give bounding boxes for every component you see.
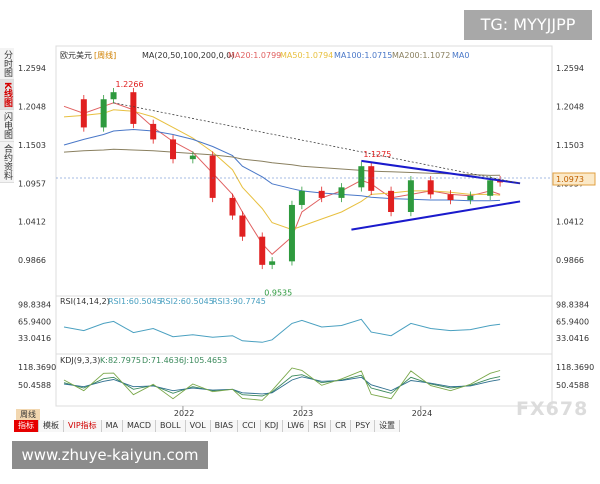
candle-body (269, 261, 276, 265)
toolbar-boll[interactable]: BOLL (156, 420, 186, 432)
chart-frame: 欧元美元 [周线] MA(20,50,100,200,0,0) MA20:1.0… (0, 0, 600, 480)
price-tick-left: 1.0957 (18, 179, 46, 188)
toolbar-psy[interactable]: PSY (351, 420, 376, 432)
current-price-value: 1.0973 (556, 175, 584, 184)
kdj-tick-right: 50.4588 (556, 381, 589, 390)
price-tick-left: 1.0412 (18, 218, 46, 227)
price-annotation: 1.2266 (116, 80, 144, 89)
toolbar-macd[interactable]: MACD (123, 420, 157, 432)
rsi1-label: RSI1:60.5045 (108, 297, 162, 306)
candle-body (110, 92, 117, 100)
ma20-label: MA20:1.0799 (228, 51, 281, 60)
toolbar-cci[interactable]: CCI (238, 420, 261, 432)
ma100-label: MA100:1.0715 (334, 51, 392, 60)
candle-body (338, 187, 345, 198)
price-tick-left: 1.2594 (18, 64, 46, 73)
candle-body (259, 236, 266, 265)
price-tick-right: 1.0412 (556, 218, 584, 227)
kdj-k-label: K:82.7975 (100, 356, 141, 365)
fx678-logo: FX678 (516, 398, 589, 420)
kdj-j-label: J:105.4653 (183, 356, 227, 365)
candlestick-chart[interactable]: 欧元美元 [周线] MA(20,50,100,200,0,0) MA20:1.0… (0, 0, 600, 480)
candle-body (467, 195, 474, 201)
indicator-toolbar: 指标 模板 VIP指标 MA MACD BOLL VOL BIAS CCI KD… (14, 420, 401, 432)
toolbar-lw6[interactable]: LW6 (283, 420, 310, 432)
tab-flash[interactable]: 闪电图 (0, 109, 14, 142)
candle-body (368, 166, 375, 191)
candle-body (189, 155, 196, 160)
price-tick-right: 0.9866 (556, 256, 584, 265)
rsi-tick-right: 33.0416 (556, 334, 589, 343)
time-tick-label: 2024 (412, 409, 432, 418)
left-tab-bar: 分时图 K线图 闪电图 合约资料 (0, 48, 14, 183)
candle-body (209, 155, 216, 198)
weekly-period-tab[interactable]: 周线 (16, 409, 40, 420)
time-axis: 2022 2023 2024 (174, 406, 432, 418)
rsi-tick-left: 33.0416 (18, 334, 51, 343)
toolbar-indicators[interactable]: 指标 (14, 420, 39, 432)
toolbar-vip[interactable]: VIP指标 (64, 420, 102, 432)
price-tick-right: 1.2048 (556, 102, 584, 111)
toolbar-rsi[interactable]: RSI (309, 420, 332, 432)
site-url-badge: www.zhuye-kaiyun.com (12, 441, 208, 469)
kdj-d-label: D:71.4636 (142, 356, 184, 365)
time-tick-label: 2022 (174, 409, 194, 418)
toolbar-settings[interactable]: 设置 (375, 420, 401, 432)
rsi-tick-right: 65.9400 (556, 317, 589, 326)
toolbar-vol[interactable]: VOL (185, 420, 211, 432)
candle-body (150, 123, 157, 140)
period-label: [周线] (94, 50, 116, 60)
candle-body (239, 215, 246, 237)
tab-contract-info[interactable]: 合约资料 (0, 141, 14, 183)
kdj-tick-left: 118.3690 (18, 363, 56, 372)
kdj-title: KDJ(9,3,3) (60, 356, 100, 365)
rsi3-label: RSI3:90.7745 (212, 297, 266, 306)
candle-body (407, 180, 414, 212)
candle-body (388, 190, 395, 212)
candle-body (170, 139, 177, 160)
candle-body (288, 204, 295, 262)
tab-timeshare[interactable]: 分时图 (0, 48, 14, 80)
candle-body (298, 190, 305, 205)
candle-body (130, 92, 137, 124)
rsi2-label: RSI2:60.5045 (160, 297, 214, 306)
toolbar-bias[interactable]: BIAS (210, 420, 239, 432)
price-tick-right: 1.1503 (556, 141, 584, 150)
tab-kline[interactable]: K线图 (0, 80, 14, 110)
price-tick-right: 1.2594 (556, 64, 584, 73)
toolbar-cr[interactable]: CR (331, 420, 352, 432)
candle-body (80, 99, 87, 128)
candle-body (318, 190, 325, 198)
candle-body (100, 99, 107, 128)
ma-params-label: MA(20,50,100,200,0,0) (142, 51, 234, 60)
price-annotation: 1.1275 (363, 150, 391, 159)
watermark-badge: TG: MYYJJPP (464, 10, 592, 40)
price-tick-left: 1.1503 (18, 141, 46, 150)
candle-body (487, 180, 494, 196)
toolbar-template[interactable]: 模板 (39, 420, 64, 432)
rsi-tick-left: 65.9400 (18, 317, 51, 326)
instrument-label: 欧元美元 (60, 50, 92, 60)
ma0-label: MA0 (452, 51, 469, 60)
ma200-label: MA200:1.1072 (392, 51, 450, 60)
kdj-tick-left: 50.4588 (18, 381, 51, 390)
candle-body (447, 194, 454, 201)
rsi-tick-left: 98.8384 (18, 301, 51, 310)
candle-body (358, 166, 365, 188)
candle-body (427, 180, 434, 195)
price-tick-left: 1.2048 (18, 102, 46, 111)
ma50-label: MA50:1.0794 (280, 51, 333, 60)
candle-body (229, 197, 236, 216)
time-tick-label: 2023 (293, 409, 313, 418)
price-tick-left: 0.9866 (18, 256, 46, 265)
toolbar-ma[interactable]: MA (101, 420, 124, 432)
rsi-tick-right: 98.8384 (556, 301, 589, 310)
kdj-tick-right: 118.3690 (556, 363, 594, 372)
rsi-title: RSI(14,14,2) (60, 297, 110, 306)
toolbar-kdj[interactable]: KDJ (260, 420, 284, 432)
